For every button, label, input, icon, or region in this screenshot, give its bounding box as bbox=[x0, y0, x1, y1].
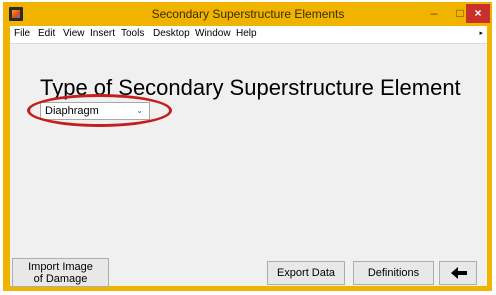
menu-file[interactable]: File bbox=[14, 28, 30, 39]
title-bar[interactable]: Secondary Superstructure Elements – □ × bbox=[3, 2, 492, 26]
definitions-button[interactable]: Definitions bbox=[353, 261, 434, 285]
menu-bar: File Edit View Insert Tools Desktop Wind… bbox=[10, 26, 487, 44]
export-data-button[interactable]: Export Data bbox=[267, 261, 345, 285]
menu-window[interactable]: Window bbox=[195, 28, 231, 39]
menu-insert[interactable]: Insert bbox=[90, 28, 115, 39]
close-button[interactable]: × bbox=[466, 4, 490, 23]
app-window: Secondary Superstructure Elements – □ × … bbox=[3, 2, 492, 291]
menu-desktop[interactable]: Desktop bbox=[153, 28, 190, 39]
menu-edit[interactable]: Edit bbox=[38, 28, 55, 39]
menu-help[interactable]: Help bbox=[236, 28, 257, 39]
matlab-logo-icon bbox=[9, 7, 23, 21]
window-title: Secondary Superstructure Elements bbox=[151, 7, 345, 21]
import-label-line1: Import Image bbox=[28, 261, 93, 273]
back-arrow-icon bbox=[451, 267, 467, 279]
import-image-button[interactable]: Import Image of Damage bbox=[12, 258, 109, 287]
import-label-line2: of Damage bbox=[33, 273, 88, 285]
client-area: File Edit View Insert Tools Desktop Wind… bbox=[10, 26, 487, 287]
minimize-button[interactable]: – bbox=[421, 4, 447, 23]
menu-overflow-icon[interactable]: ▸ bbox=[479, 29, 483, 37]
menu-view[interactable]: View bbox=[63, 28, 85, 39]
highlight-ellipse-annotation bbox=[27, 94, 172, 127]
menu-tools[interactable]: Tools bbox=[121, 28, 144, 39]
back-button[interactable] bbox=[439, 261, 477, 285]
